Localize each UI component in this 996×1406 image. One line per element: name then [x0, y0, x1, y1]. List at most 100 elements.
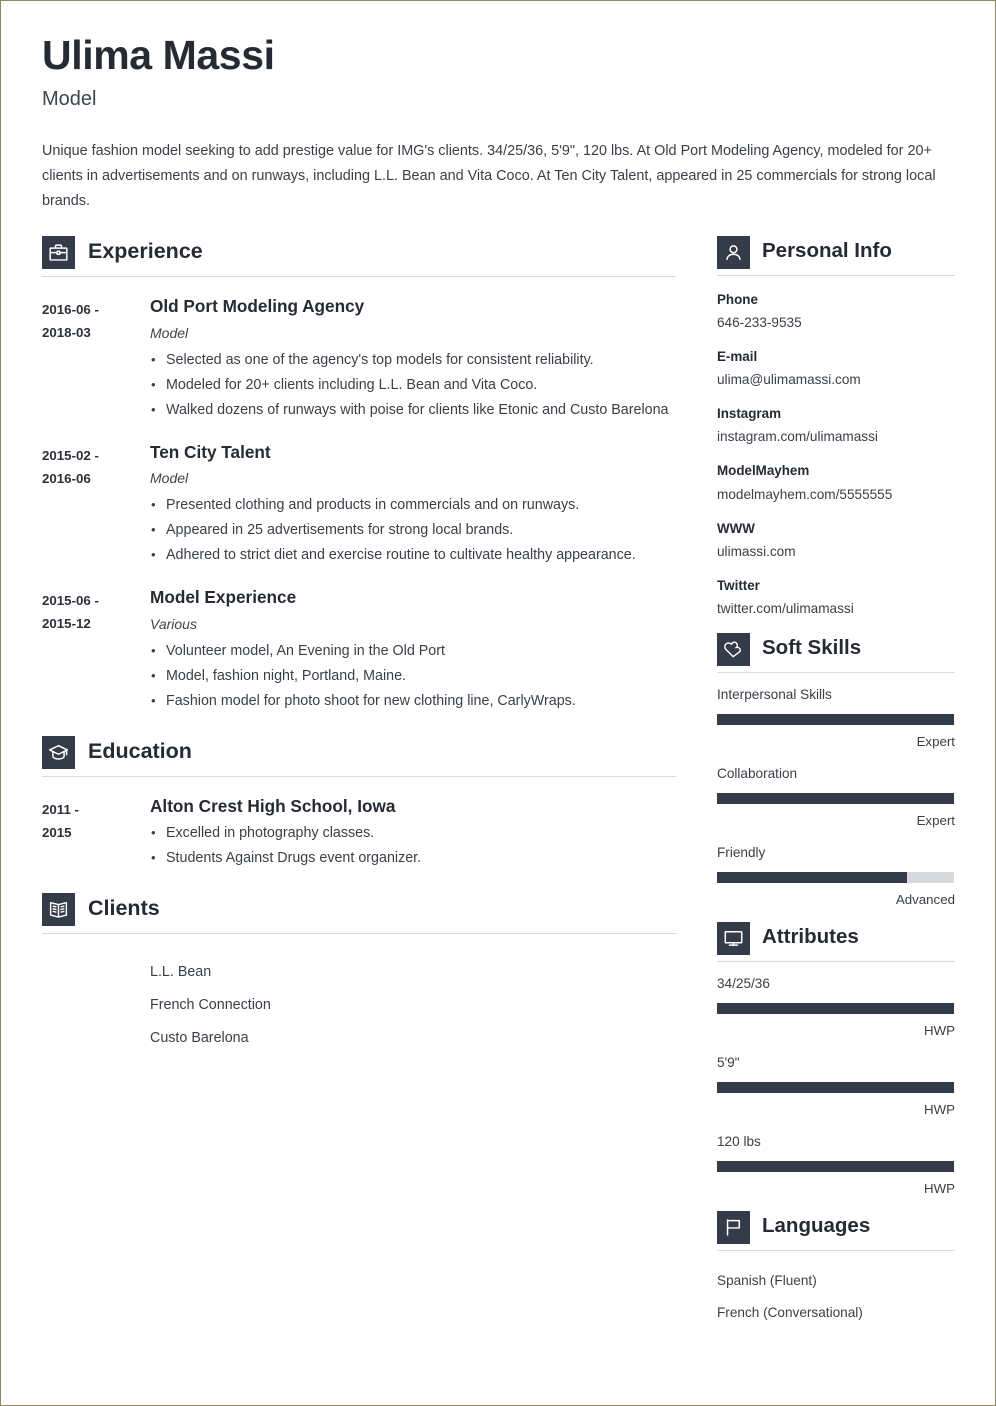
- contact-item-email: E-mail ulima@ulimamassi.com: [717, 347, 955, 390]
- contact-value: 646-233-9535: [717, 315, 802, 331]
- attribute-name: 120 lbs: [717, 1133, 761, 1149]
- contact-item-phone: Phone 646-233-9535: [717, 290, 955, 333]
- entry-main: Alton Crest High School, Iowa Excelled i…: [150, 796, 676, 872]
- entry-dates: 2015-06 - 2015-12: [42, 587, 150, 714]
- section-education: Education 2011 - 2015 Alton Crest High S…: [42, 735, 676, 872]
- contact-value[interactable]: twitter.com/ulimamassi: [717, 598, 955, 619]
- contact-label: ModelMayhem: [717, 463, 810, 479]
- soft-skill-item: Interpersonal Skills Expert: [717, 685, 955, 752]
- list-item: French (Conversational): [717, 1304, 863, 1320]
- languages-list: Spanish (Fluent) French (Conversational): [717, 1265, 955, 1329]
- entry-bullet: Students Against Drugs event organizer.: [150, 845, 676, 871]
- section-header-soft-skills: Soft Skills: [717, 632, 955, 672]
- contact-label: Twitter: [717, 577, 760, 593]
- contact-item-modelmayhem: ModelMayhem modelmayhem.com/5555555: [717, 461, 955, 504]
- attribute-level: HWP: [923, 1181, 955, 1197]
- entry-organization: Model Experience: [150, 587, 297, 608]
- contact-value[interactable]: ulima@ulimamassi.com: [717, 369, 955, 390]
- entry-bullet: Fashion model for photo shoot for new cl…: [150, 688, 676, 714]
- section-title-attributes: Attributes: [762, 925, 859, 949]
- skill-bar-track: [717, 714, 954, 726]
- entry-bullet: Walked dozens of runways with poise for …: [150, 397, 676, 423]
- page-title: Ulima Massi: [42, 32, 275, 78]
- entry-bullet: Adhered to strict diet and exercise rout…: [150, 542, 676, 568]
- attribute-level: HWP: [923, 1102, 955, 1118]
- resume-sheet: Ulima Massi Model Unique fashion model s…: [1, 1, 995, 1405]
- entry-organization: Old Port Modeling Agency: [150, 295, 365, 316]
- main-column: Experience 2016-06 - 2018-03 Old Port Mo…: [42, 235, 676, 1058]
- attributes-list: 34/25/36 HWP 5'9" HWP 120 lbs HWP: [717, 974, 955, 1199]
- entry-bullets: Selected as one of the agency's top mode…: [150, 347, 676, 423]
- entry-role: Various: [150, 615, 197, 632]
- entry-dates: 2011 - 2015: [42, 796, 150, 872]
- entry-organization: Alton Crest High School, Iowa: [150, 795, 396, 816]
- skill-bar-fill: [717, 714, 954, 726]
- resume-header: Ulima Massi Model Unique fashion model s…: [42, 32, 955, 214]
- section-attributes: Attributes 34/25/36 HWP 5'9" HWP 120 lbs…: [717, 921, 955, 1199]
- section-header-languages: Languages: [717, 1210, 955, 1250]
- entry-bullet: Modeled for 20+ clients including L.L. B…: [150, 372, 676, 398]
- attribute-item: 120 lbs HWP: [717, 1132, 955, 1199]
- entry-bullets: Excelled in photography classes. Student…: [150, 820, 676, 871]
- skill-level: Advanced: [895, 892, 955, 908]
- contact-label: E-mail: [717, 349, 758, 365]
- entry-role: Model: [150, 324, 189, 341]
- attribute-item: 34/25/36 HWP: [717, 974, 955, 1041]
- section-divider: [717, 671, 955, 673]
- briefcase-icon: [42, 235, 75, 269]
- open-book-icon: [42, 893, 75, 927]
- contact-list: Phone 646-233-9535 E-mail ulima@ulimamas…: [717, 290, 955, 619]
- list-item: L.L. Bean: [150, 964, 212, 981]
- entry-date-end: 2018-03: [42, 324, 91, 340]
- section-soft-skills: Soft Skills Interpersonal Skills Expert: [717, 632, 955, 910]
- contact-value[interactable]: instagram.com/ulimamassi: [717, 426, 955, 447]
- entry-date-end: 2015-12: [42, 616, 91, 632]
- section-clients: Clients L.L. Bean French Connection Cust…: [42, 893, 676, 1055]
- attribute-bar-track: [717, 1082, 954, 1094]
- attribute-bar-fill: [717, 1003, 954, 1015]
- heart-puzzle-icon: [717, 632, 750, 666]
- section-experience: Experience 2016-06 - 2018-03 Old Port Mo…: [42, 235, 676, 714]
- job-title: Model: [42, 87, 97, 110]
- section-header-education: Education: [42, 735, 676, 776]
- monitor-icon: [717, 921, 750, 955]
- contact-label: WWW: [717, 520, 755, 536]
- entry-date-start: 2016-06 -: [42, 301, 99, 317]
- entry-date-start: 2011 -: [42, 801, 79, 817]
- attribute-name: 5'9": [717, 1054, 740, 1070]
- entry-bullet: Selected as one of the agency's top mode…: [150, 347, 676, 373]
- contact-label: Phone: [717, 291, 758, 307]
- attribute-bar-fill: [717, 1161, 954, 1173]
- entry-main: Ten City Talent Model Presented clothing…: [150, 442, 676, 569]
- section-languages: Languages Spanish (Fluent) French (Conve…: [717, 1210, 955, 1329]
- entry-bullets: Volunteer model, An Evening in the Old P…: [150, 638, 676, 714]
- section-header-attributes: Attributes: [717, 921, 955, 961]
- section-divider: [42, 775, 676, 777]
- skill-name: Friendly: [717, 844, 766, 860]
- list-item: French Connection: [150, 997, 271, 1014]
- section-divider: [42, 275, 676, 277]
- soft-skill-item: Collaboration Expert: [717, 764, 955, 831]
- skill-bar-fill: [717, 793, 954, 805]
- section-title-personal-info: Personal Info: [762, 239, 892, 263]
- section-personal-info: Personal Info Phone 646-233-9535 E-mail …: [717, 235, 955, 619]
- contact-label: Instagram: [717, 406, 781, 422]
- entry-bullet: Presented clothing and products in comme…: [150, 492, 676, 518]
- section-header-clients: Clients: [42, 893, 676, 933]
- entry-date-end: 2016-06: [42, 470, 91, 486]
- section-title-soft-skills: Soft Skills: [762, 636, 862, 660]
- section-title-education: Education: [88, 738, 192, 763]
- soft-skill-item: Friendly Advanced: [717, 843, 955, 910]
- contact-value[interactable]: modelmayhem.com/5555555: [717, 484, 955, 505]
- entry-date-end: 2015: [42, 824, 72, 840]
- summary-paragraph: Unique fashion model seeking to add pres…: [42, 142, 936, 209]
- entry-dates: 2016-06 - 2018-03: [42, 296, 150, 423]
- contact-value[interactable]: ulimassi.com: [717, 541, 955, 562]
- section-divider: [717, 1249, 955, 1251]
- list-item: Custo Barelona: [150, 1030, 249, 1047]
- entry-date-start: 2015-02 -: [42, 447, 99, 463]
- experience-entries: 2016-06 - 2018-03 Old Port Modeling Agen…: [42, 296, 676, 714]
- experience-entry: 2015-02 - 2016-06 Ten City Talent Model …: [42, 442, 676, 569]
- section-title-experience: Experience: [88, 238, 203, 263]
- contact-item-twitter: Twitter twitter.com/ulimamassi: [717, 576, 955, 619]
